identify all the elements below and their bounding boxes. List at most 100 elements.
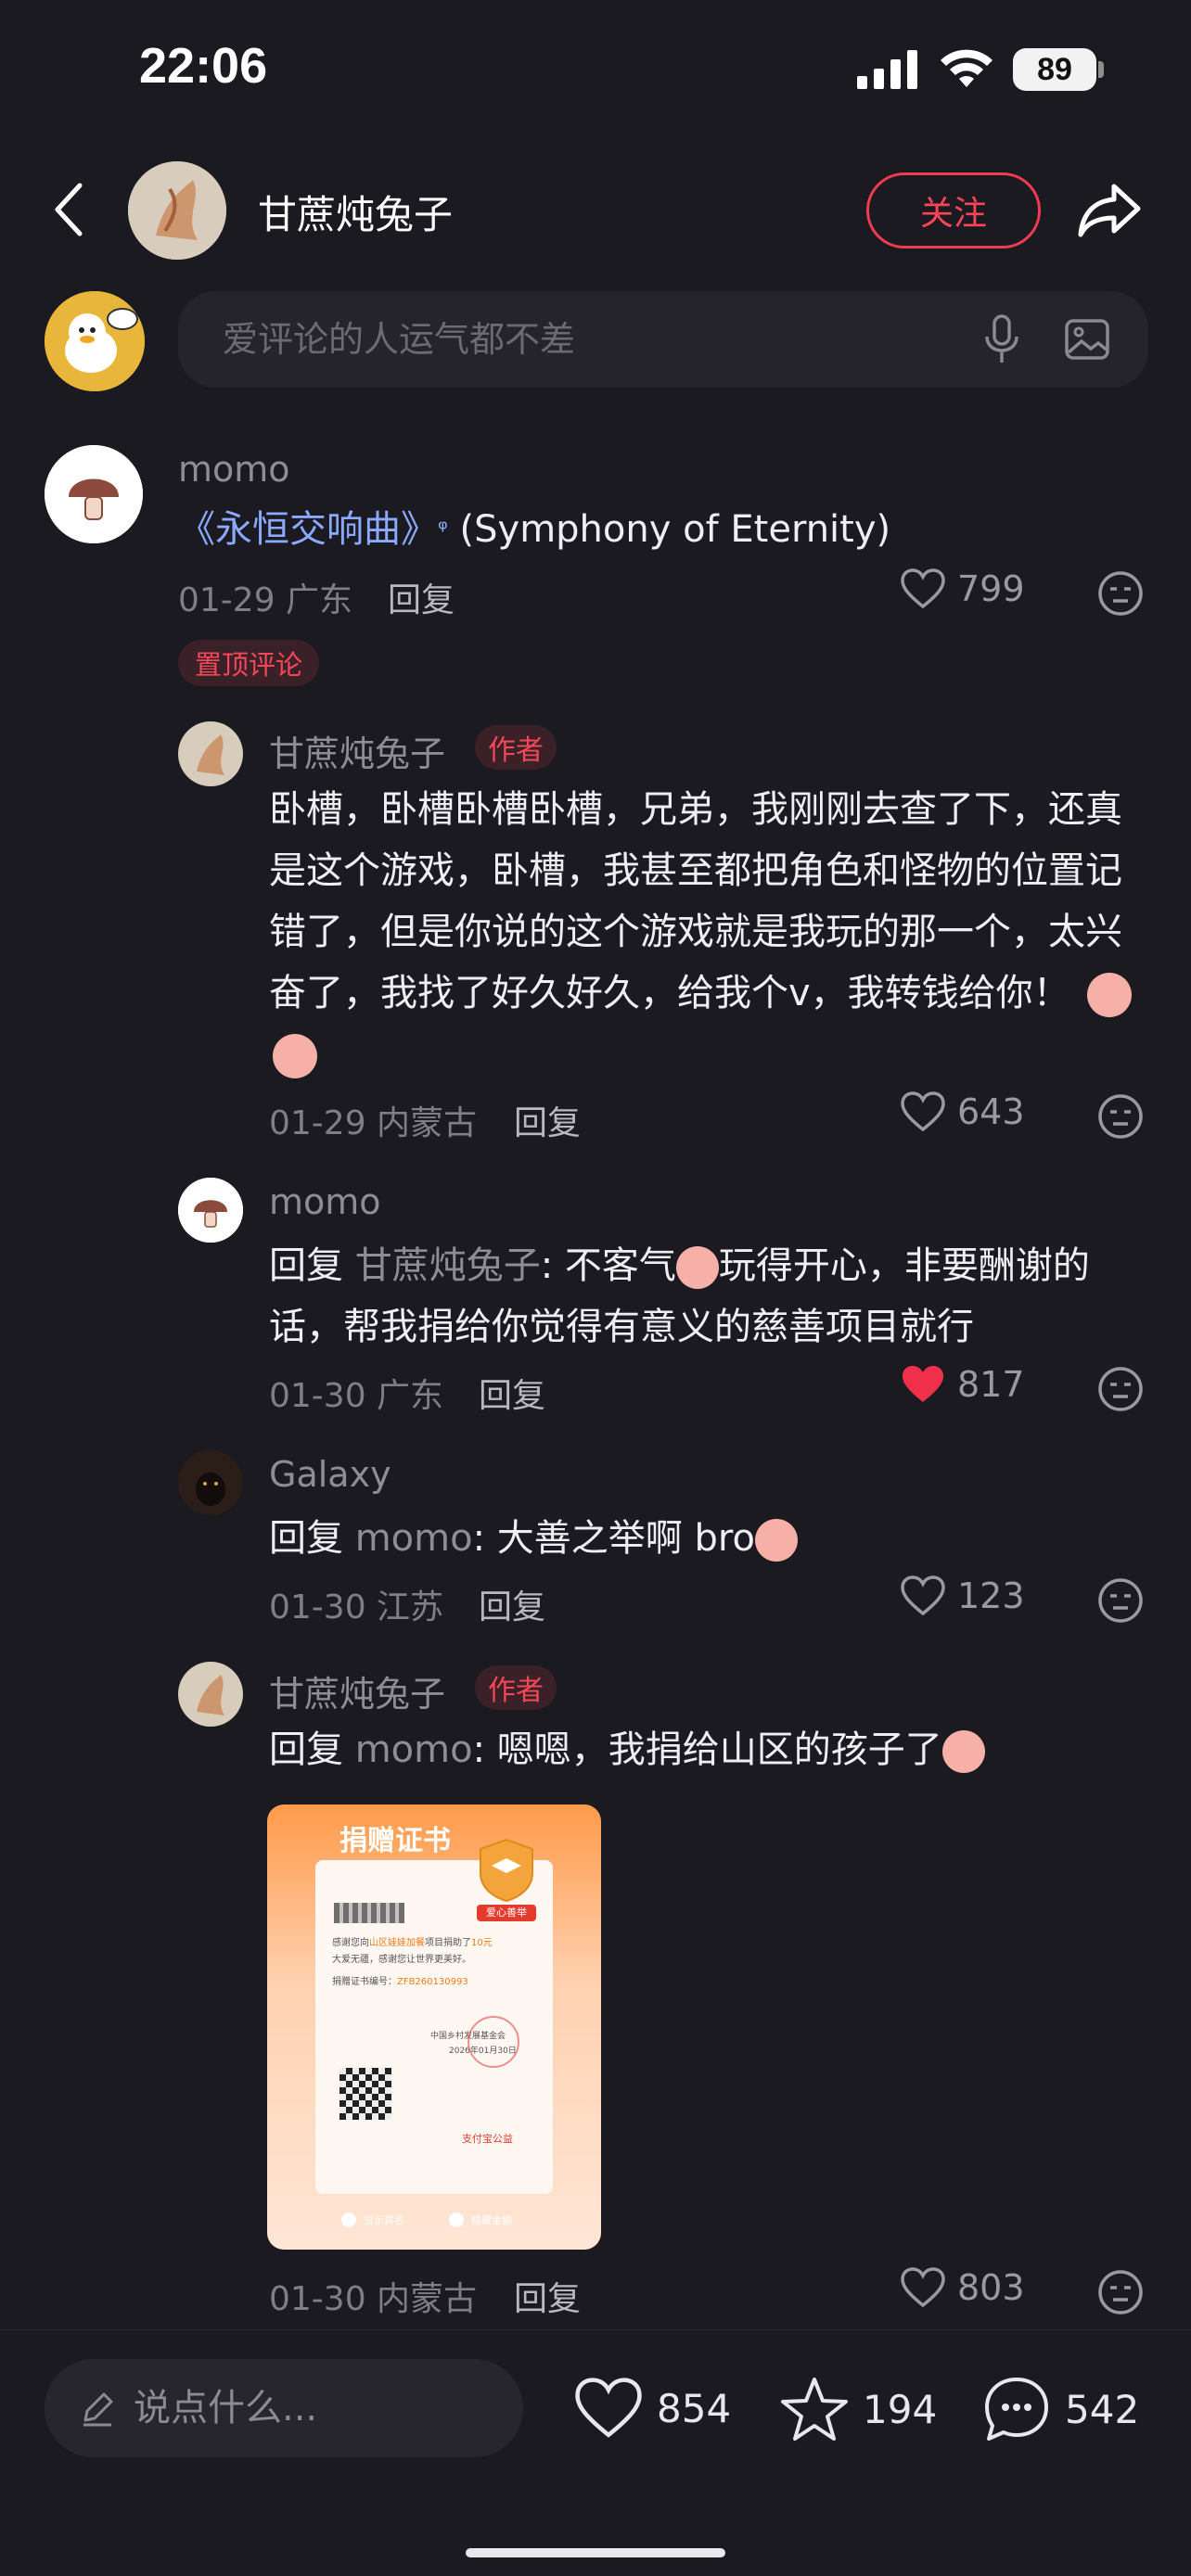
post-comment-count: 542 [1065,2386,1140,2432]
certificate-line-1: 感谢您向山区娃娃加餐项目捐助了10元 [332,1938,493,1948]
reply-avatar[interactable] [178,1662,243,1727]
heart-icon [901,568,945,609]
like-button[interactable]: 123 [900,1575,1025,1617]
reply-button[interactable]: 回复 [479,1580,545,1628]
emoji-icon [941,1730,985,1773]
reply-avatar[interactable] [178,721,243,786]
say-something-input[interactable] [134,2359,505,2457]
search-icon[interactable]: ᵠ [438,516,448,543]
like-count: 799 [957,568,1025,609]
dislike-face-icon[interactable] [1096,1092,1145,1144]
certificate-title: 捐赠证书 [339,1825,451,1857]
comment-input-box[interactable] [178,291,1148,388]
reply-button[interactable]: 回复 [514,2272,581,2320]
heart-icon [901,2267,945,2308]
status-time: 22:06 [139,38,268,94]
author-name[interactable]: 甘蔗炖兔子 [258,184,453,240]
author-tag: 作者 [475,1665,557,1710]
emoji-icon [675,1246,719,1289]
like-button[interactable]: 803 [900,2266,1025,2309]
reply-button[interactable]: 回复 [388,573,455,621]
say-something-box[interactable] [45,2359,523,2457]
donation-certificate-image[interactable]: 捐赠证书 爱心善举 感谢您向山区娃娃加餐项目捐助了10元 大爱无疆，感谢您让世界… [267,1804,601,2250]
reply-button[interactable]: 回复 [479,1369,545,1417]
post-like-count: 854 [657,2385,732,2431]
home-indicator [466,2548,725,2557]
signal-icon [855,48,920,95]
comment-text-suffix: (Symphony of Eternity) [459,508,891,551]
like-post-button[interactable]: 854 [573,2376,731,2441]
comment-username[interactable]: momo [178,449,290,490]
wifi-icon [937,45,996,95]
heart-icon [901,1091,945,1132]
option-real-name[interactable]: 显示真名 [341,2213,404,2227]
emoji-icon [273,1034,317,1078]
dislike-face-icon[interactable] [1096,1576,1145,1628]
like-button[interactable]: 799 [900,567,1025,610]
game-search-link[interactable]: 《永恒交响曲》 [178,508,438,551]
dislike-face-icon[interactable] [1096,1365,1145,1417]
follow-button[interactable]: 关注 [866,172,1041,249]
microphone-icon[interactable] [974,312,1030,367]
certificate-badge-label: 爱心善举 [477,1905,536,1921]
comment-avatar[interactable] [45,445,143,543]
certificate-line-2: 大爱无疆，感谢您让世界更美好。 [332,1955,471,1965]
star-icon [781,2378,848,2441]
reply-avatar[interactable] [178,1450,243,1515]
reply-avatar[interactable] [178,1178,243,1243]
comment-text: 《永恒交响曲》ᵠ (Symphony of Eternity) [178,499,890,560]
certificate-stamp [467,2016,519,2068]
reply-username[interactable]: momo [269,1181,381,1222]
certificate-number: 捐赠证书编号：ZFB260130993 [332,1977,468,1987]
my-avatar[interactable] [45,291,145,391]
reply-target-user[interactable]: momo [355,1728,473,1771]
reply-target-user[interactable]: 甘蔗炖兔子 [355,1244,541,1287]
reply-text: 回复 momo: 大善之举啊 bro [269,1508,798,1569]
option-hide-amount[interactable]: 隐藏金额 [449,2213,512,2227]
reply-text: 卧槽，卧槽卧槽卧槽，兄弟，我刚刚去查了下，还真是这个游戏，卧槽，我甚至都把角色和… [269,779,1150,1085]
comment-bubble-icon [985,2378,1048,2441]
pinned-tag: 置顶评论 [178,640,320,686]
emoji-icon [1087,973,1133,1017]
reply-text: 回复 momo: 嗯嗯，我捐给山区的孩子了 [269,1719,985,1780]
reply-target-user[interactable]: momo [355,1517,473,1560]
share-icon[interactable] [1072,172,1146,247]
certificate-badge [473,1836,540,1903]
reply-date: 01-30 江苏 [269,1588,444,1626]
favorite-post-button[interactable]: 194 [779,2376,937,2442]
author-avatar[interactable] [128,161,226,260]
like-button[interactable]: 643 [900,1090,1025,1133]
comment-input[interactable] [223,291,965,388]
qr-code-image [339,2068,391,2120]
reply-username[interactable]: Galaxy [269,1454,391,1495]
author-tag: 作者 [475,725,557,770]
battery-tip [1098,61,1104,78]
reply-username[interactable]: 甘蔗炖兔子 [269,725,445,776]
heart-filled-icon [903,1366,943,1402]
emoji-icon [754,1519,798,1562]
heart-icon [575,2378,642,2438]
certificate-brand-logo: 支付宝公益 [462,2133,513,2145]
comment-date: 01-29 广东 [178,581,353,619]
like-count: 803 [957,2267,1025,2308]
pencil-icon [78,2389,117,2431]
back-icon[interactable] [41,172,96,247]
like-count: 643 [957,1091,1025,1132]
reply-date: 01-30 广东 [269,1377,444,1415]
reply-button[interactable]: 回复 [514,1096,581,1144]
comment-post-button[interactable]: 542 [981,2374,1139,2444]
reply-username[interactable]: 甘蔗炖兔子 [269,1665,445,1716]
battery-indicator: 89 [1013,48,1096,91]
reply-date: 01-30 内蒙古 [269,2280,478,2318]
certificate-redacted-name [334,1903,404,1923]
reply-date: 01-29 内蒙古 [269,1104,478,1142]
post-favorite-count: 194 [863,2386,938,2432]
like-count: 123 [957,1575,1025,1616]
heart-icon [901,1575,945,1616]
image-icon[interactable] [1059,312,1115,367]
dislike-face-icon[interactable] [1096,569,1145,621]
dislike-face-icon[interactable] [1096,2268,1145,2320]
reply-text: 回复 甘蔗炖兔子: 不客气 玩得开心，非要酬谢的话，帮我捐给你觉得有意义的慈善项目… [269,1244,1090,1348]
like-button[interactable]: 817 [900,1363,1025,1406]
like-count: 817 [957,1364,1025,1405]
